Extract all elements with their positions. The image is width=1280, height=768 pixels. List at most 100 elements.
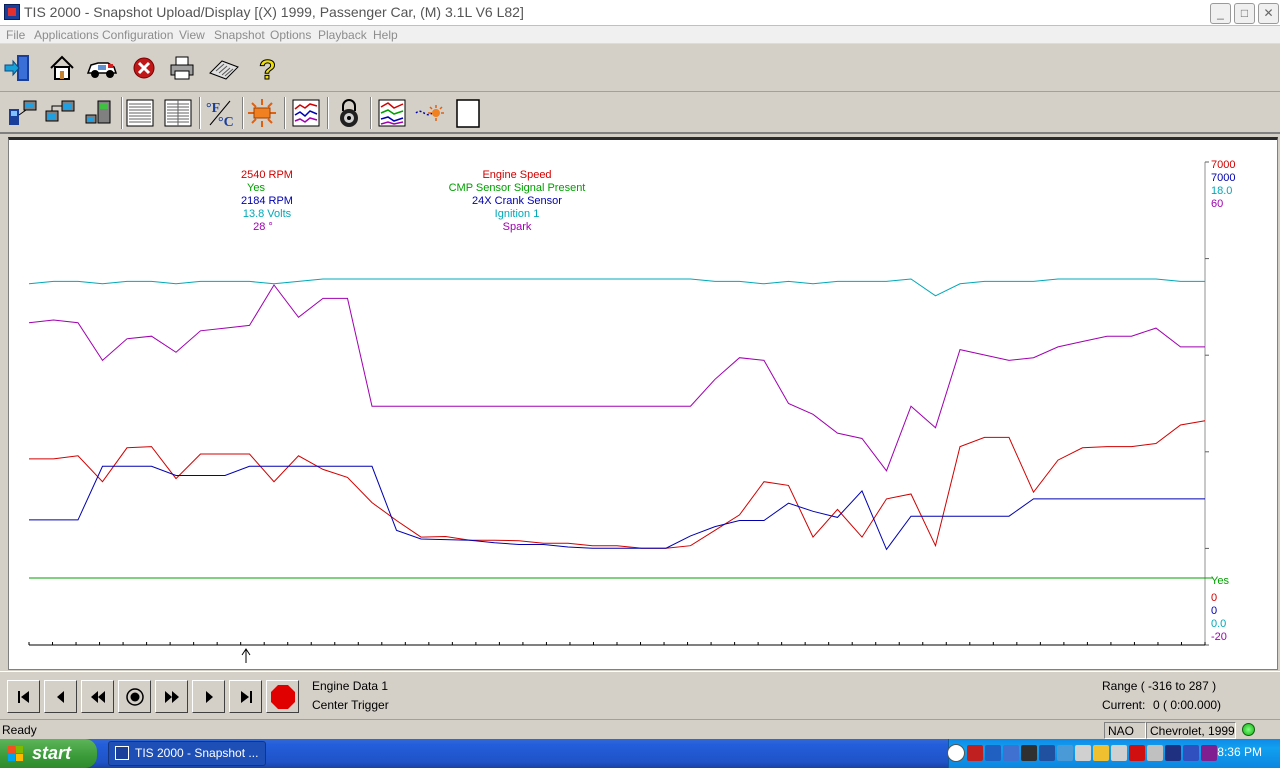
- cmp-scale-label: Yes: [1211, 575, 1229, 587]
- spark-scale-min: -20: [1211, 631, 1227, 643]
- toolbar-separator: [327, 97, 329, 129]
- upload-scan-tool-icon[interactable]: [6, 97, 38, 129]
- crank-scale-min: 0: [1211, 605, 1217, 617]
- exit-icon[interactable]: [2, 52, 34, 84]
- tray-volume-icon[interactable]: [1111, 745, 1127, 761]
- fast-forward-icon: [164, 690, 179, 703]
- spark-value: 28 °: [253, 221, 273, 233]
- engine-speed-scale-max: 7000: [1211, 159, 1235, 171]
- prev-frame-button[interactable]: [44, 680, 77, 713]
- list-view-icon[interactable]: [124, 97, 156, 129]
- svg-text:?: ?: [259, 54, 276, 83]
- units-toggle-icon[interactable]: °F °C: [204, 97, 236, 129]
- app-icon: [4, 4, 20, 20]
- tray-monitor-icon[interactable]: [1003, 745, 1019, 761]
- graph-series: [28, 278, 1213, 579]
- network-icon[interactable]: [82, 97, 114, 129]
- cancel-icon[interactable]: [128, 52, 160, 84]
- graph-time-axis: [28, 642, 1206, 646]
- title-bar: TIS 2000 - Snapshot Upload/Display [(X) …: [0, 0, 1280, 26]
- current-frame: 0 ( 0:00.000): [1153, 698, 1222, 712]
- menu-snapshot[interactable]: Snapshot: [214, 28, 265, 42]
- split-view-icon[interactable]: [162, 97, 194, 129]
- menu-playback[interactable]: Playback: [318, 28, 367, 42]
- keyboard-icon[interactable]: [208, 52, 240, 84]
- system-tray: 8:36 PM: [947, 739, 1280, 768]
- home-icon[interactable]: [46, 52, 78, 84]
- status-text: Ready: [2, 723, 37, 737]
- svg-text:°F: °F: [206, 101, 220, 116]
- toolbar-separator: [284, 97, 286, 129]
- fast-forward-button[interactable]: [155, 680, 188, 713]
- app-task-icon: [115, 746, 129, 760]
- step-back-icon: [56, 690, 64, 703]
- spark-label: Spark: [503, 221, 532, 233]
- blank-page-icon[interactable]: [452, 97, 484, 129]
- tray-bluetooth-icon[interactable]: [1093, 745, 1109, 761]
- capture-icon[interactable]: [414, 97, 446, 129]
- menu-view[interactable]: View: [179, 28, 205, 42]
- stop-button[interactable]: [266, 680, 299, 713]
- crank-scale-max: 7000: [1211, 172, 1235, 184]
- graph-view-icon[interactable]: [290, 97, 322, 129]
- start-label: start: [32, 743, 72, 763]
- tray-app-icon[interactable]: [1201, 745, 1217, 761]
- vehicle-panel: Chevrolet, 1999: [1146, 722, 1236, 739]
- close-button[interactable]: ✕: [1258, 3, 1279, 24]
- taskbar-window-button[interactable]: TIS 2000 - Snapshot ...: [108, 741, 266, 766]
- first-frame-button[interactable]: [7, 680, 40, 713]
- rewind-button[interactable]: [81, 680, 114, 713]
- menu-help[interactable]: Help: [373, 28, 398, 42]
- toolbar-separator: [121, 97, 123, 129]
- taskbar-window-label: TIS 2000 - Snapshot ...: [135, 746, 259, 760]
- step-forward-icon: [205, 690, 213, 703]
- menu-bar: File Applications Configuration View Sna…: [0, 26, 1280, 44]
- frame-range: Range ( -316 to 287 ): [1102, 679, 1217, 693]
- tray-sync-icon[interactable]: [1021, 745, 1037, 761]
- next-frame-button[interactable]: [192, 680, 225, 713]
- menu-applications[interactable]: Applications: [34, 28, 99, 42]
- last-frame-button[interactable]: [229, 680, 262, 713]
- tray-m-icon[interactable]: [1129, 745, 1145, 761]
- cmp-signal-value: Yes: [247, 182, 265, 194]
- ignition-line: [28, 278, 1205, 297]
- cmp-signal-label: CMP Sensor Signal Present: [449, 182, 586, 194]
- tray-device-icon[interactable]: [1039, 745, 1055, 761]
- main-toolbar: ?: [0, 44, 1280, 92]
- trigger-icon[interactable]: [246, 97, 278, 129]
- engine-speed-line: [29, 420, 1206, 549]
- window-title: TIS 2000 - Snapshot Upload/Display [(X) …: [24, 4, 524, 20]
- maximize-button[interactable]: □: [1234, 3, 1255, 24]
- tray-printer-icon[interactable]: [1057, 745, 1073, 761]
- windows-logo-icon: [8, 746, 23, 761]
- help-icon[interactable]: ?: [250, 52, 282, 84]
- tray-shield-icon[interactable]: [967, 745, 983, 761]
- toolbar-separator: [242, 97, 244, 129]
- toolbar-separator: [199, 97, 201, 129]
- tray-expand-icon[interactable]: [947, 744, 965, 762]
- tray-clock-icon[interactable]: [1075, 745, 1091, 761]
- tray-display-icon[interactable]: [1165, 745, 1181, 761]
- rewind-icon: [90, 690, 105, 703]
- tray-network-icon[interactable]: [985, 745, 1001, 761]
- print-icon[interactable]: [166, 52, 198, 84]
- start-button[interactable]: start: [0, 739, 97, 768]
- record-button[interactable]: [118, 680, 151, 713]
- menu-configuration[interactable]: Configuration: [102, 28, 173, 42]
- vehicle-icon[interactable]: [86, 52, 118, 84]
- trigger-type: Center Trigger: [312, 698, 389, 712]
- snapshot-graph: 2540 RPM Yes 2184 RPM 13.8 Volts 28 ° En…: [8, 137, 1278, 670]
- lock-icon[interactable]: [333, 97, 365, 129]
- engine-speed-scale-min: 0: [1211, 592, 1217, 604]
- menu-file[interactable]: File: [6, 28, 25, 42]
- transfer-icon[interactable]: [44, 97, 76, 129]
- multi-graph-icon[interactable]: [376, 97, 408, 129]
- stop-icon: [270, 684, 295, 709]
- tray-window-icon[interactable]: [1183, 745, 1199, 761]
- crank-sensor-label: 24X Crank Sensor: [472, 195, 562, 207]
- crank-sensor-value: 2184 RPM: [241, 195, 293, 207]
- minimize-button[interactable]: _: [1210, 3, 1231, 24]
- tray-key-icon[interactable]: [1147, 745, 1163, 761]
- ignition-value: 13.8 Volts: [243, 208, 292, 220]
- menu-options[interactable]: Options: [270, 28, 311, 42]
